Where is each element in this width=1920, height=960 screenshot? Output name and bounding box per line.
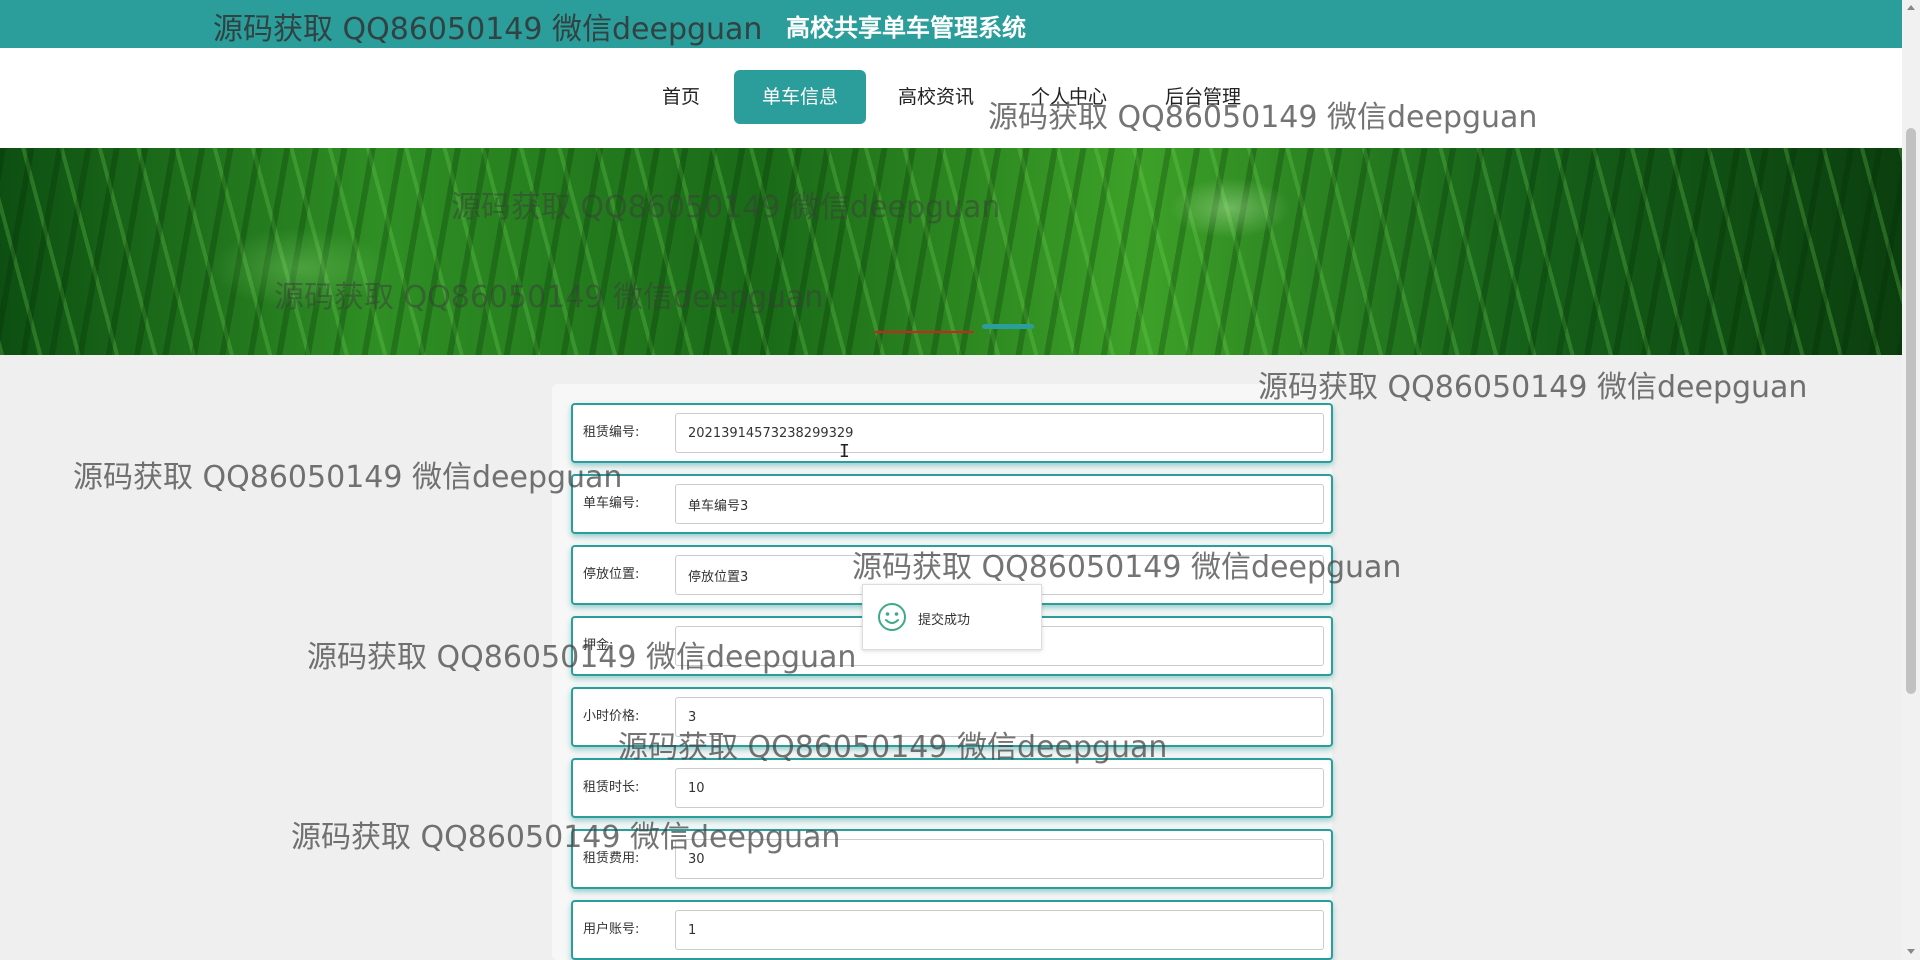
bike-id-input[interactable] (675, 484, 1324, 524)
rental-duration-input[interactable] (675, 768, 1324, 808)
watermark: 源码获取 QQ86050149 微信deepguan (988, 100, 1538, 135)
scroll-down-arrow-icon[interactable] (1907, 949, 1915, 954)
rental-duration-label: 租赁时长: (583, 780, 640, 795)
parking-location-label: 停放位置: (583, 567, 640, 582)
form-row-bike-id: 单车编号: (571, 474, 1333, 534)
form-row-rental-duration: 租赁时长: (571, 758, 1333, 818)
toast-message: 提交成功 (918, 613, 971, 628)
watermark: 源码获取 QQ86050149 微信deepguan (291, 820, 841, 855)
form-row-rental-id: 租赁编号: (571, 403, 1333, 463)
watermark: 源码获取 QQ86050149 微信deepguan (451, 190, 1001, 225)
watermark: 源码获取 QQ86050149 微信deepguan (73, 460, 623, 495)
main-nav: 首页 单车信息 高校资讯 个人中心 后台管理 (0, 48, 1902, 148)
carousel-dot-2[interactable] (982, 324, 1034, 329)
user-account-input[interactable] (675, 910, 1324, 950)
scroll-up-arrow-icon[interactable] (1907, 5, 1915, 10)
watermark: 源码获取 QQ86050149 微信deepguan (307, 640, 857, 675)
page-scrollbar[interactable] (1902, 0, 1920, 960)
nav-bike-info[interactable]: 单车信息 (734, 70, 866, 124)
watermark: 源码获取 QQ86050149 微信deepguan (618, 730, 1168, 765)
smile-icon (878, 603, 906, 631)
carousel-dot-1[interactable] (874, 331, 974, 333)
text-cursor-icon: I (839, 441, 850, 462)
banner-carousel (0, 148, 1902, 355)
site-title: 高校共享单车管理系统 (786, 14, 1026, 42)
watermark: 源码获取 QQ86050149 微信deepguan (274, 280, 824, 315)
rental-id-input[interactable] (675, 413, 1324, 453)
watermark: 源码获取 QQ86050149 微信deepguan (1258, 370, 1808, 405)
watermark: 源码获取 QQ86050149 微信deepguan (852, 550, 1402, 585)
user-account-label: 用户账号: (583, 922, 640, 937)
form-row-user-account: 用户账号: (571, 900, 1333, 960)
success-toast: 提交成功 (862, 584, 1042, 650)
watermark: 源码获取 QQ86050149 微信deepguan (213, 12, 763, 47)
nav-home[interactable]: 首页 (656, 70, 706, 124)
nav-campus-news[interactable]: 高校资讯 (892, 70, 980, 124)
scrollbar-thumb[interactable] (1906, 128, 1916, 694)
